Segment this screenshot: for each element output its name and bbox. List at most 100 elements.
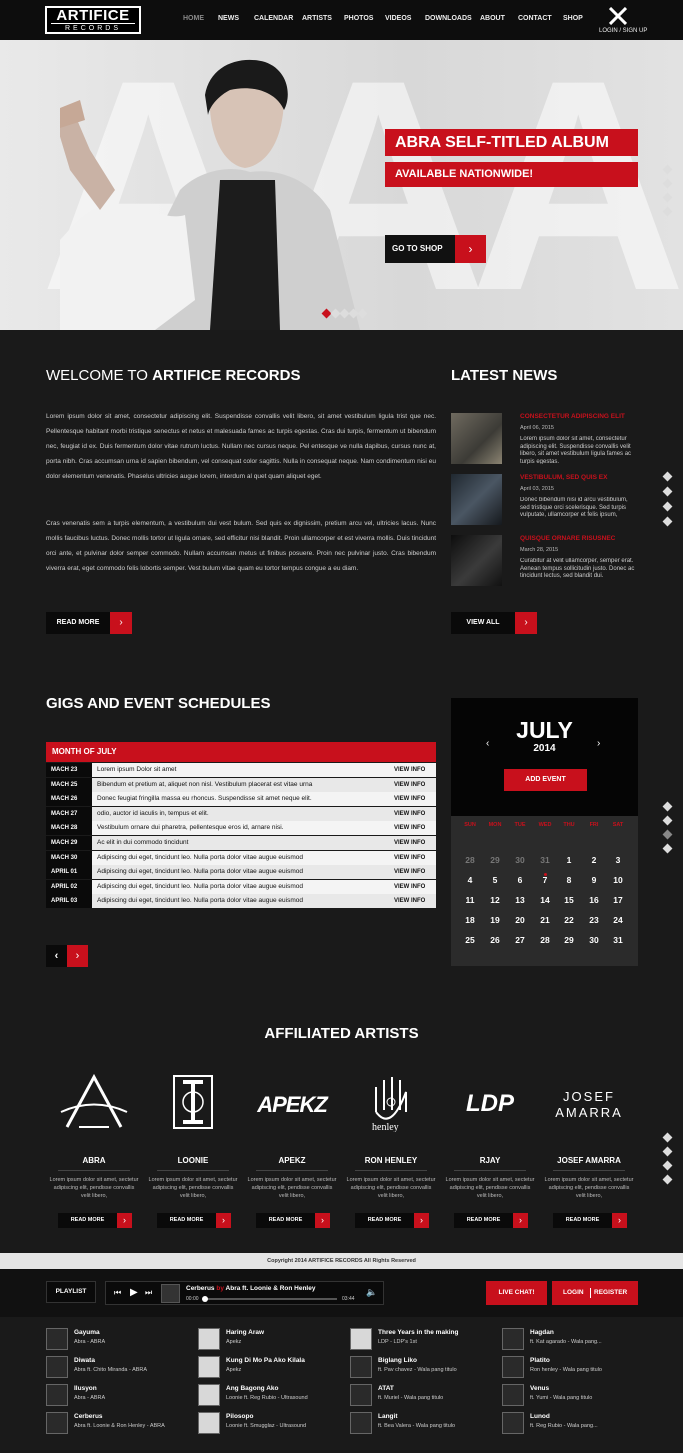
- calendar-day[interactable]: 21: [535, 915, 555, 925]
- chevron-right-icon[interactable]: ›: [513, 1213, 528, 1228]
- news-item-title[interactable]: CONSECTETUR ADIPISCING ELIT: [520, 413, 625, 420]
- chevron-right-icon[interactable]: ›: [216, 1213, 231, 1228]
- chevron-right-icon[interactable]: ›: [117, 1213, 132, 1228]
- side-indicator[interactable]: [662, 1146, 673, 1157]
- chevron-right-icon[interactable]: ›: [315, 1213, 330, 1228]
- news-thumbnail[interactable]: [451, 474, 502, 525]
- login-signup-link[interactable]: LOGIN / SIGN UP: [599, 28, 647, 34]
- calendar-day[interactable]: 23: [584, 915, 604, 925]
- calendar-day[interactable]: 31: [535, 855, 555, 865]
- calendar-day[interactable]: 19: [485, 915, 505, 925]
- side-indicator[interactable]: [662, 1160, 673, 1171]
- next-icon[interactable]: ⏭: [145, 1288, 152, 1298]
- calendar-day[interactable]: 15: [559, 895, 579, 905]
- calendar-day[interactable]: 22: [559, 915, 579, 925]
- track-title[interactable]: Kung Di Mo Pa Ako Kilala: [226, 1357, 305, 1364]
- news-thumbnail[interactable]: [451, 535, 502, 586]
- calendar-day[interactable]: 4: [460, 875, 480, 885]
- nav-artists[interactable]: ARTISTS: [302, 15, 332, 22]
- calendar-day[interactable]: 8: [559, 875, 579, 885]
- artist-logo[interactable]: [147, 1072, 239, 1142]
- artist-name[interactable]: LOONIE: [147, 1156, 239, 1165]
- track-thumbnail[interactable]: [350, 1412, 372, 1434]
- play-icon[interactable]: ▶: [130, 1287, 138, 1298]
- calendar-day[interactable]: 12: [485, 895, 505, 905]
- track-thumbnail[interactable]: [46, 1412, 68, 1434]
- chevron-right-icon[interactable]: ›: [612, 1213, 627, 1228]
- calendar-day[interactable]: 17: [608, 895, 628, 905]
- login-button[interactable]: LOGIN: [563, 1281, 584, 1305]
- calendar-day[interactable]: 9: [584, 875, 604, 885]
- calendar-day[interactable]: 31: [608, 935, 628, 945]
- calendar-day[interactable]: 27: [510, 935, 530, 945]
- calendar-day[interactable]: 6: [510, 875, 530, 885]
- nav-contact[interactable]: CONTACT: [518, 15, 552, 22]
- track-thumbnail[interactable]: [198, 1384, 220, 1406]
- artist-logo[interactable]: [48, 1072, 140, 1142]
- calendar-day[interactable]: 20: [510, 915, 530, 925]
- side-indicator[interactable]: [662, 829, 673, 840]
- calendar-day[interactable]: 3: [608, 855, 628, 865]
- calendar-day[interactable]: 16: [584, 895, 604, 905]
- calendar-day[interactable]: 24: [608, 915, 628, 925]
- track-title[interactable]: ATAT: [378, 1385, 394, 1392]
- track-thumbnail[interactable]: [350, 1384, 372, 1406]
- track-title[interactable]: Venus: [530, 1385, 549, 1392]
- track-title[interactable]: Pilosopo: [226, 1413, 253, 1420]
- calendar-day[interactable]: 13: [510, 895, 530, 905]
- nav-downloads[interactable]: DOWNLOADS: [425, 15, 472, 22]
- view-info-link[interactable]: VIEW INFO: [394, 851, 425, 865]
- artist-name[interactable]: APEKZ: [246, 1156, 338, 1165]
- calendar-day[interactable]: 28: [460, 855, 480, 865]
- side-indicator[interactable]: [662, 815, 673, 826]
- calendar-day[interactable]: 5: [485, 875, 505, 885]
- calendar-day[interactable]: 25: [460, 935, 480, 945]
- artist-name[interactable]: RON HENLEY: [345, 1156, 437, 1165]
- calendar-day[interactable]: 30: [584, 935, 604, 945]
- register-button[interactable]: REGISTER: [594, 1281, 627, 1305]
- calendar-day[interactable]: 1: [559, 855, 579, 865]
- artist-logo[interactable]: henley: [345, 1072, 437, 1142]
- view-info-link[interactable]: VIEW INFO: [394, 792, 425, 806]
- track-thumbnail[interactable]: [502, 1384, 524, 1406]
- track-thumbnail[interactable]: [502, 1328, 524, 1350]
- artist-read-more-button[interactable]: READ MORE: [553, 1213, 612, 1228]
- track-thumbnail[interactable]: [198, 1328, 220, 1350]
- view-all-button[interactable]: VIEW ALL: [451, 612, 515, 634]
- go-to-shop-button[interactable]: GO TO SHOP: [385, 235, 455, 263]
- side-indicator[interactable]: [662, 501, 673, 512]
- view-info-link[interactable]: VIEW INFO: [394, 821, 425, 835]
- side-indicator[interactable]: [662, 843, 673, 854]
- track-thumbnail[interactable]: [46, 1384, 68, 1406]
- side-indicator[interactable]: [662, 801, 673, 812]
- artist-name[interactable]: ABRA: [48, 1156, 140, 1165]
- track-title[interactable]: Haring Araw: [226, 1329, 264, 1336]
- side-indicator[interactable]: [662, 471, 673, 482]
- playlist-button[interactable]: PLAYLIST: [46, 1281, 96, 1303]
- artist-name[interactable]: RJAY: [444, 1156, 536, 1165]
- view-info-link[interactable]: VIEW INFO: [394, 894, 425, 908]
- news-item-title[interactable]: VESTIBULUM, SED QUIS EX: [520, 474, 607, 481]
- calendar-day[interactable]: 30: [510, 855, 530, 865]
- track-title[interactable]: Langit: [378, 1413, 398, 1420]
- track-thumbnail[interactable]: [198, 1412, 220, 1434]
- side-indicator[interactable]: [662, 1174, 673, 1185]
- artist-read-more-button[interactable]: READ MORE: [355, 1213, 414, 1228]
- track-title[interactable]: Hagdan: [530, 1329, 554, 1336]
- artist-logo[interactable]: APEKZ: [246, 1072, 338, 1142]
- track-title[interactable]: Ang Bagong Ako: [226, 1385, 278, 1392]
- view-info-link[interactable]: VIEW INFO: [394, 763, 425, 777]
- track-title[interactable]: Platito: [530, 1357, 550, 1364]
- nav-shop[interactable]: SHOP: [563, 15, 583, 22]
- track-title[interactable]: Cerberus: [74, 1413, 103, 1420]
- track-thumbnail[interactable]: [198, 1356, 220, 1378]
- progress-track[interactable]: [203, 1298, 337, 1300]
- track-title[interactable]: Three Years in the making: [378, 1329, 458, 1336]
- user-icon[interactable]: [608, 6, 628, 30]
- artifice-logo[interactable]: ARTIFICE RECORDS: [45, 6, 141, 34]
- artist-logo[interactable]: LDP: [444, 1072, 536, 1142]
- nav-videos[interactable]: VIDEOS: [385, 15, 411, 22]
- track-title[interactable]: Lunod: [530, 1413, 550, 1420]
- side-indicator[interactable]: [662, 1132, 673, 1143]
- calendar-day[interactable]: 2: [584, 855, 604, 865]
